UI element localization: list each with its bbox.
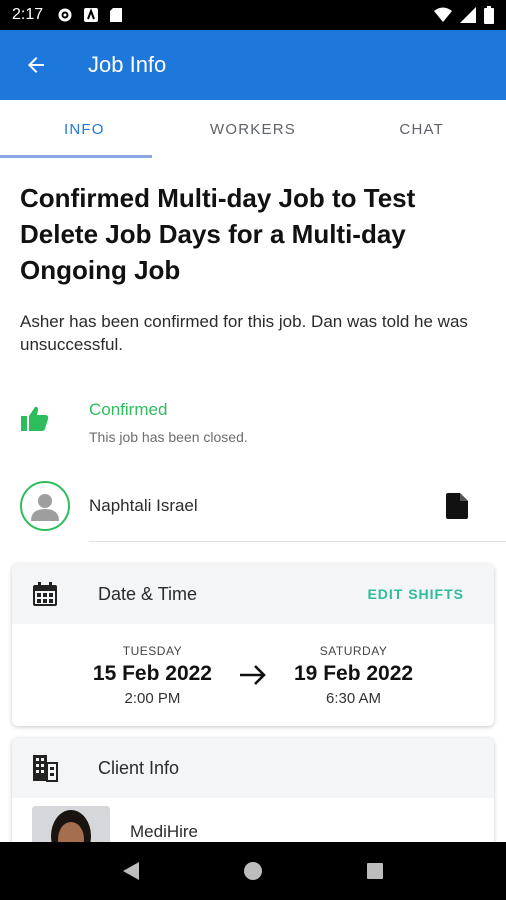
status-bar: 2:17 xyxy=(0,0,506,30)
sd-card-icon xyxy=(110,8,123,22)
client-name: MediHire xyxy=(130,822,199,841)
building-icon xyxy=(33,755,58,782)
tab-workers-label: WORKERS xyxy=(210,120,296,138)
start-date-value: 15 Feb 2022 xyxy=(92,661,212,685)
app-bar: Job Info xyxy=(0,30,506,100)
date-time-title: Date & Time xyxy=(98,583,198,604)
notification-icons xyxy=(57,7,123,23)
page-title: Job Info xyxy=(88,52,167,77)
avatar xyxy=(20,481,70,531)
status-time: 2:17 xyxy=(12,6,44,23)
job-status: Confirmed This job has been closed. xyxy=(0,356,506,445)
assigned-person[interactable]: Naphtali Israel xyxy=(0,445,506,531)
date-time-header: Date & Time EDIT SHIFTS xyxy=(12,564,494,624)
date-range: TUESDAY 15 Feb 2022 2:00 PM SATURDAY 19 … xyxy=(12,624,494,726)
arrow-right-icon xyxy=(240,665,266,685)
end-date: SATURDAY 19 Feb 2022 6:30 AM xyxy=(294,644,413,707)
person-name: Naphtali Israel xyxy=(89,496,198,515)
system-nav-bar xyxy=(0,842,506,900)
wifi-icon xyxy=(434,7,452,22)
job-info-content[interactable]: Confirmed Multi-day Job to Test Delete J… xyxy=(0,158,506,842)
tab-info-label: INFO xyxy=(64,120,105,138)
triangle-back-icon xyxy=(122,862,139,880)
tab-workers[interactable]: WORKERS xyxy=(169,100,338,158)
tab-bar: INFO WORKERS CHAT xyxy=(0,100,506,158)
job-description: Asher has been confirmed for this job. D… xyxy=(20,312,468,354)
status-label: Confirmed xyxy=(89,400,168,419)
nav-home-button[interactable] xyxy=(243,861,263,881)
client-photo-image xyxy=(32,806,110,842)
client-row[interactable]: MediHire xyxy=(12,798,494,842)
back-button[interactable] xyxy=(22,51,50,79)
client-photo xyxy=(32,806,110,842)
client-info-title: Client Info xyxy=(98,757,180,778)
calendar-icon xyxy=(33,582,57,606)
settings-icon xyxy=(58,8,72,22)
arrow-left-icon xyxy=(28,57,44,73)
tab-info[interactable]: INFO xyxy=(0,100,169,158)
divider xyxy=(89,541,506,542)
end-date-value: 19 Feb 2022 xyxy=(294,661,414,685)
end-day: SATURDAY xyxy=(319,643,388,658)
a-icon xyxy=(84,8,99,22)
job-title: Confirmed Multi-day Job to Test Delete J… xyxy=(20,183,416,285)
signal-icon xyxy=(460,7,476,23)
nav-back-button[interactable] xyxy=(122,861,140,881)
circle-home-icon xyxy=(243,862,262,880)
tab-chat[interactable]: CHAT xyxy=(337,100,506,158)
client-info-header: Client Info xyxy=(12,738,494,798)
client-info-card: Client Info MediHire xyxy=(12,738,494,842)
edit-shifts-button[interactable]: EDIT SHIFTS xyxy=(367,586,464,602)
tab-chat-label: CHAT xyxy=(399,120,444,138)
square-recents-icon xyxy=(367,863,384,879)
start-time: 2:00 PM xyxy=(124,689,181,707)
start-day: TUESDAY xyxy=(122,643,183,658)
thumbs-up-icon xyxy=(21,406,49,431)
end-time: 6:30 AM xyxy=(326,689,382,707)
document-icon[interactable] xyxy=(446,493,468,519)
battery-icon xyxy=(484,6,494,24)
status-subtext: This job has been closed. xyxy=(89,429,248,445)
start-date: TUESDAY 15 Feb 2022 2:00 PM xyxy=(93,644,212,707)
nav-recents-button[interactable] xyxy=(366,862,384,880)
person-icon xyxy=(31,494,59,521)
date-time-card: Date & Time EDIT SHIFTS TUESDAY 15 Feb 2… xyxy=(12,564,494,726)
system-icons xyxy=(434,6,494,24)
